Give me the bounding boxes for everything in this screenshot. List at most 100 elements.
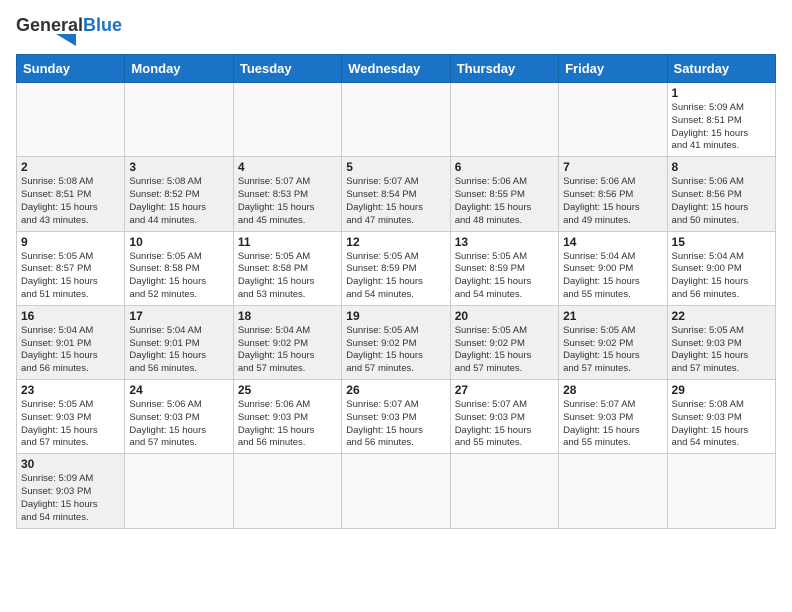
calendar-cell (559, 454, 667, 528)
day-number: 25 (238, 383, 337, 397)
day-info: Sunrise: 5:05 AM Sunset: 8:59 PM Dayligh… (346, 251, 445, 302)
day-info: Sunrise: 5:09 AM Sunset: 8:51 PM Dayligh… (672, 102, 771, 153)
header: General Blue (16, 16, 776, 46)
calendar-cell: 4 Sunrise: 5:07 AM Sunset: 8:53 PM Daylig… (233, 157, 341, 231)
weekday-header-saturday: Saturday (667, 55, 775, 83)
calendar-cell: 17Sunrise: 5:04 AM Sunset: 9:01 PM Dayli… (125, 305, 233, 379)
calendar-cell: 29 Sunrise: 5:08 AM Sunset: 9:03 PM Dayli… (667, 380, 775, 454)
calendar-cell: 2 Sunrise: 5:08 AM Sunset: 8:51 PM Daylig… (17, 157, 125, 231)
calendar-cell: 15 Sunrise: 5:04 AM Sunset: 9:00 PM Dayli… (667, 231, 775, 305)
weekday-header-thursday: Thursday (450, 55, 558, 83)
day-info: Sunrise: 5:05 AM Sunset: 9:03 PM Dayligh… (21, 399, 120, 450)
logo-icon (16, 34, 76, 46)
day-number: 23 (21, 383, 120, 397)
calendar-cell: 12 Sunrise: 5:05 AM Sunset: 8:59 PM Dayli… (342, 231, 450, 305)
day-info: Sunrise: 5:07 AM Sunset: 9:03 PM Dayligh… (455, 399, 554, 450)
calendar-cell: 10Sunrise: 5:05 AM Sunset: 8:58 PM Dayli… (125, 231, 233, 305)
day-number: 30 (21, 457, 120, 471)
week-row-4: 16 Sunrise: 5:04 AM Sunset: 9:01 PM Dayli… (17, 305, 776, 379)
day-info: Sunrise: 5:06 AM Sunset: 8:56 PM Dayligh… (563, 176, 662, 227)
calendar-cell: 26 Sunrise: 5:07 AM Sunset: 9:03 PM Dayli… (342, 380, 450, 454)
calendar-cell (17, 83, 125, 157)
day-info: Sunrise: 5:07 AM Sunset: 8:54 PM Dayligh… (346, 176, 445, 227)
calendar-cell: 21 Sunrise: 5:05 AM Sunset: 9:02 PM Dayli… (559, 305, 667, 379)
calendar-cell (233, 454, 341, 528)
day-number: 27 (455, 383, 554, 397)
day-number: 10 (129, 235, 228, 249)
calendar-cell (342, 454, 450, 528)
day-number: 2 (21, 160, 120, 174)
day-info: Sunrise: 5:09 AM Sunset: 9:03 PM Dayligh… (21, 473, 120, 524)
calendar-cell: 14Sunrise: 5:04 AM Sunset: 9:00 PM Dayli… (559, 231, 667, 305)
weekday-header-sunday: Sunday (17, 55, 125, 83)
calendar-cell (125, 83, 233, 157)
calendar-cell: 25 Sunrise: 5:06 AM Sunset: 9:03 PM Dayli… (233, 380, 341, 454)
calendar-cell (125, 454, 233, 528)
day-info: Sunrise: 5:06 AM Sunset: 8:55 PM Dayligh… (455, 176, 554, 227)
day-number: 16 (21, 309, 120, 323)
day-info: Sunrise: 5:04 AM Sunset: 9:01 PM Dayligh… (21, 325, 120, 376)
day-info: Sunrise: 5:04 AM Sunset: 9:00 PM Dayligh… (563, 251, 662, 302)
day-info: Sunrise: 5:05 AM Sunset: 9:02 PM Dayligh… (563, 325, 662, 376)
calendar-cell: 30 Sunrise: 5:09 AM Sunset: 9:03 PM Dayli… (17, 454, 125, 528)
weekday-header-monday: Monday (125, 55, 233, 83)
calendar-table: SundayMondayTuesdayWednesdayThursdayFrid… (16, 54, 776, 529)
calendar-cell: 18Sunrise: 5:04 AM Sunset: 9:02 PM Dayli… (233, 305, 341, 379)
day-info: Sunrise: 5:05 AM Sunset: 9:03 PM Dayligh… (672, 325, 771, 376)
day-number: 22 (672, 309, 771, 323)
day-info: Sunrise: 5:05 AM Sunset: 9:02 PM Dayligh… (455, 325, 554, 376)
day-info: Sunrise: 5:07 AM Sunset: 9:03 PM Dayligh… (346, 399, 445, 450)
day-number: 8 (672, 160, 771, 174)
calendar-cell: 6 Sunrise: 5:06 AM Sunset: 8:55 PM Daylig… (450, 157, 558, 231)
calendar-cell (233, 83, 341, 157)
day-info: Sunrise: 5:06 AM Sunset: 9:03 PM Dayligh… (129, 399, 228, 450)
day-number: 29 (672, 383, 771, 397)
calendar-cell: 23 Sunrise: 5:05 AM Sunset: 9:03 PM Dayli… (17, 380, 125, 454)
day-number: 12 (346, 235, 445, 249)
calendar-cell: 27 Sunrise: 5:07 AM Sunset: 9:03 PM Dayli… (450, 380, 558, 454)
day-info: Sunrise: 5:07 AM Sunset: 8:53 PM Dayligh… (238, 176, 337, 227)
day-number: 15 (672, 235, 771, 249)
calendar-cell (450, 83, 558, 157)
day-info: Sunrise: 5:08 AM Sunset: 8:51 PM Dayligh… (21, 176, 120, 227)
logo-general-text: General (16, 16, 83, 34)
day-number: 13 (455, 235, 554, 249)
day-info: Sunrise: 5:06 AM Sunset: 8:56 PM Dayligh… (672, 176, 771, 227)
day-number: 11 (238, 235, 337, 249)
calendar-cell: 22 Sunrise: 5:05 AM Sunset: 9:03 PM Dayli… (667, 305, 775, 379)
day-info: Sunrise: 5:05 AM Sunset: 8:57 PM Dayligh… (21, 251, 120, 302)
day-info: Sunrise: 5:04 AM Sunset: 9:01 PM Dayligh… (129, 325, 228, 376)
day-number: 26 (346, 383, 445, 397)
calendar-cell (559, 83, 667, 157)
week-row-6: 30 Sunrise: 5:09 AM Sunset: 9:03 PM Dayli… (17, 454, 776, 528)
week-row-2: 2 Sunrise: 5:08 AM Sunset: 8:51 PM Daylig… (17, 157, 776, 231)
week-row-1: 1Sunrise: 5:09 AM Sunset: 8:51 PM Daylig… (17, 83, 776, 157)
day-number: 4 (238, 160, 337, 174)
calendar-cell (342, 83, 450, 157)
calendar-cell: 28 Sunrise: 5:07 AM Sunset: 9:03 PM Dayli… (559, 380, 667, 454)
day-number: 19 (346, 309, 445, 323)
day-info: Sunrise: 5:05 AM Sunset: 8:59 PM Dayligh… (455, 251, 554, 302)
weekday-header-wednesday: Wednesday (342, 55, 450, 83)
day-number: 5 (346, 160, 445, 174)
calendar-cell: 24Sunrise: 5:06 AM Sunset: 9:03 PM Dayli… (125, 380, 233, 454)
day-info: Sunrise: 5:06 AM Sunset: 9:03 PM Dayligh… (238, 399, 337, 450)
weekday-header-friday: Friday (559, 55, 667, 83)
day-info: Sunrise: 5:07 AM Sunset: 9:03 PM Dayligh… (563, 399, 662, 450)
calendar-cell: 3Sunrise: 5:08 AM Sunset: 8:52 PM Daylig… (125, 157, 233, 231)
day-info: Sunrise: 5:04 AM Sunset: 9:00 PM Dayligh… (672, 251, 771, 302)
day-number: 20 (455, 309, 554, 323)
week-row-5: 23 Sunrise: 5:05 AM Sunset: 9:03 PM Dayli… (17, 380, 776, 454)
logo: General Blue (16, 16, 122, 46)
day-number: 9 (21, 235, 120, 249)
day-number: 21 (563, 309, 662, 323)
day-number: 18 (238, 309, 337, 323)
calendar-cell: 13 Sunrise: 5:05 AM Sunset: 8:59 PM Dayli… (450, 231, 558, 305)
day-number: 28 (563, 383, 662, 397)
calendar-cell: 1Sunrise: 5:09 AM Sunset: 8:51 PM Daylig… (667, 83, 775, 157)
day-info: Sunrise: 5:08 AM Sunset: 8:52 PM Dayligh… (129, 176, 228, 227)
week-row-3: 9 Sunrise: 5:05 AM Sunset: 8:57 PM Daylig… (17, 231, 776, 305)
day-info: Sunrise: 5:08 AM Sunset: 9:03 PM Dayligh… (672, 399, 771, 450)
day-number: 6 (455, 160, 554, 174)
calendar-cell: 16 Sunrise: 5:04 AM Sunset: 9:01 PM Dayli… (17, 305, 125, 379)
